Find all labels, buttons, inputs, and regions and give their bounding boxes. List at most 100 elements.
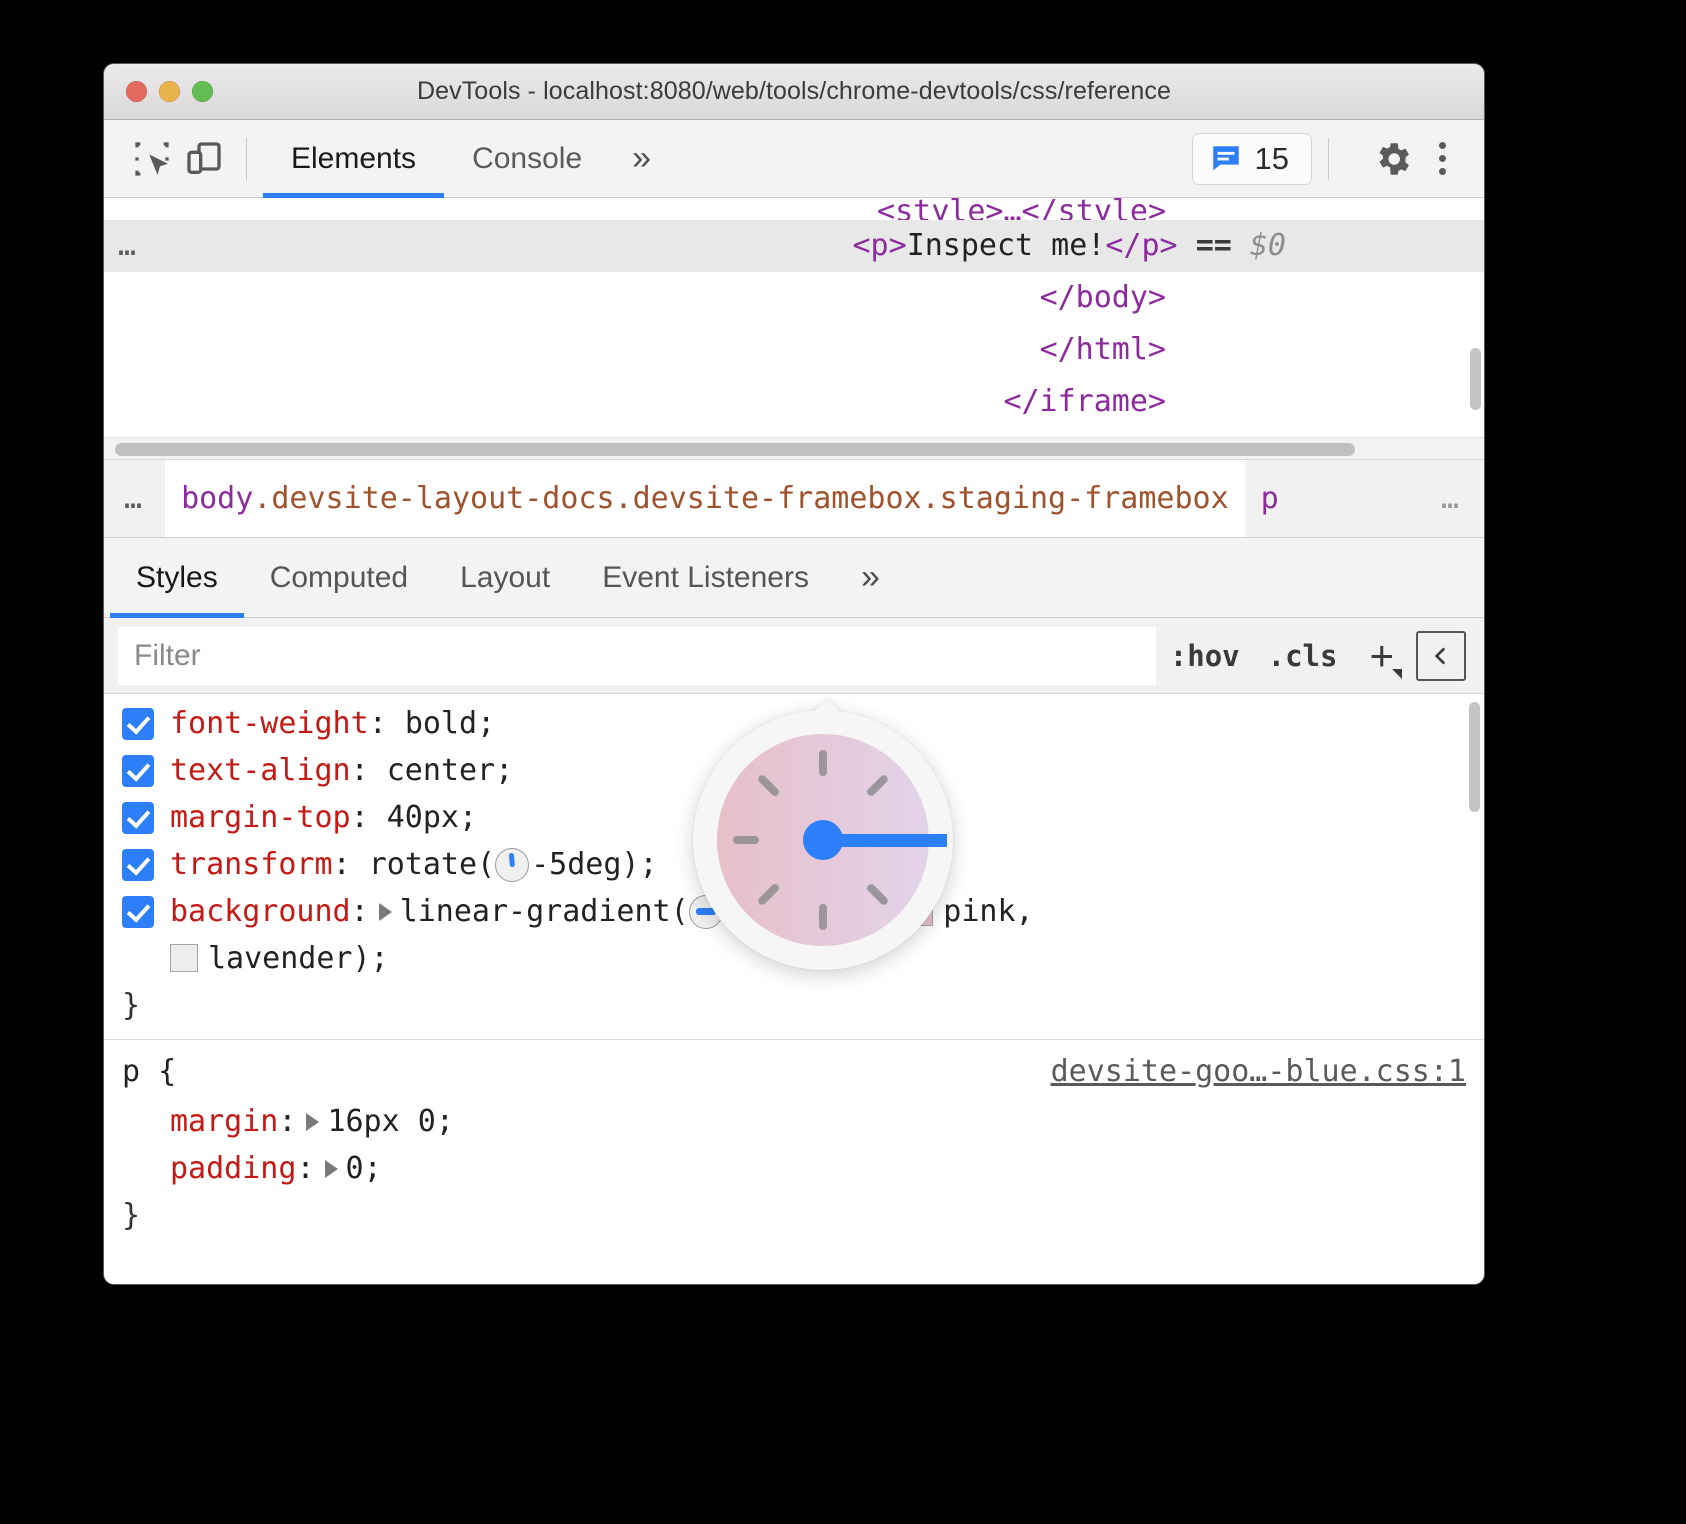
rule-selector-line[interactable]: p { devsite-goo…-blue.css:1 [104,1046,1484,1098]
declaration-property[interactable]: transform [170,841,333,888]
dial-tick [757,774,781,798]
declaration-value[interactable]: bold [405,700,477,747]
angle-picker-dial[interactable] [717,734,929,946]
message-count-button[interactable]: 15 [1192,133,1312,185]
breadcrumb-node-classes: .devsite-layout-docs.devsite-framebox.st… [253,481,1228,516]
dom-partial-line-top: <style>…</style> [104,198,1484,220]
expand-shorthand-icon[interactable] [379,903,392,921]
dom-node-text: Inspect me! [907,228,1106,263]
dial-tick [819,904,827,930]
filter-input[interactable] [118,627,1156,685]
styles-vertical-scrollbar[interactable] [1469,702,1480,812]
declaration-checkbox[interactable] [122,896,154,928]
gear-icon[interactable] [1367,133,1419,185]
chevron-double-right-icon: » [861,558,880,597]
declaration-property[interactable]: margin [170,1098,278,1145]
dial-tick [865,882,889,906]
color-swatch-lavender[interactable] [170,944,198,972]
close-window-button[interactable] [126,81,147,102]
breadcrumb-overflow-left[interactable]: … [104,481,165,516]
device-toolbar-icon[interactable] [178,133,230,185]
dial-tick [757,882,781,906]
plus-icon: + [1369,632,1394,679]
dom-line-html-close[interactable]: </html> [104,324,1484,376]
breadcrumb-item-p[interactable]: p [1245,460,1295,537]
minimize-window-button[interactable] [159,81,180,102]
window-titlebar: DevTools - localhost:8080/web/tools/chro… [104,64,1484,120]
tab-computed[interactable]: Computed [244,538,434,617]
declaration-value[interactable]: 16px 0 [327,1098,435,1145]
declaration-checkbox[interactable] [122,802,154,834]
angle-picker-arrow [810,699,844,715]
expand-shorthand-icon[interactable] [325,1160,338,1178]
gradient-color-lavender[interactable]: lavender); [208,941,389,976]
angle-clock-icon[interactable] [495,848,529,882]
dom-line-body-close[interactable]: </body> [104,272,1484,324]
caret-icon [1392,669,1402,679]
dom-open-tag: <p> [853,228,907,263]
semicolon: ; [477,700,495,747]
declaration-padding[interactable]: padding:0; [104,1145,1484,1192]
declaration-property[interactable]: font-weight [170,700,369,747]
more-sidebar-tabs-button[interactable]: » [835,538,906,617]
styles-pane[interactable]: font-weight: bold; text-align: center; m… [104,694,1484,1284]
dom-tree-panel[interactable]: <style>…</style> … <p>Inspect me!</p> ==… [104,198,1484,460]
message-count-label: 15 [1255,141,1289,177]
dom-vertical-scrollbar[interactable] [1470,348,1481,410]
declaration-checkbox[interactable] [122,755,154,787]
rule-selector[interactable]: p { [122,1054,176,1089]
tab-event-listeners[interactable]: Event Listeners [576,538,835,617]
stylesheet-source-link[interactable]: devsite-goo…-blue.css:1 [1051,1046,1466,1098]
semicolon: ; [436,1098,454,1145]
declaration-value[interactable]: 40px [387,794,459,841]
new-style-rule-button[interactable]: + [1351,635,1406,677]
declaration-property[interactable]: text-align [170,747,351,794]
kebab-menu-icon[interactable] [1425,142,1466,175]
element-classes-button[interactable]: .cls [1254,639,1352,673]
toolbar-divider [246,138,247,180]
tab-elements-label: Elements [291,142,416,176]
declaration-property[interactable]: background [170,888,351,935]
gradient-color-pink[interactable]: pink, [943,888,1033,935]
rotate-angle-value[interactable]: -5deg); [531,841,657,888]
tab-layout[interactable]: Layout [434,538,576,617]
dom-line-iframe-close[interactable]: </iframe> [104,376,1484,428]
tab-styles-label: Styles [136,561,218,595]
maximize-window-button[interactable] [192,81,213,102]
inspect-element-icon[interactable] [126,133,178,185]
devtools-toolbar: Elements Console » 15 [104,120,1484,198]
tab-styles[interactable]: Styles [110,538,244,617]
dom-close-tag: </p> [1105,228,1177,263]
declaration-property[interactable]: margin-top [170,794,351,841]
toolbar-right-group: 15 [1192,133,1484,185]
breadcrumb-overflow-right[interactable]: … [1419,481,1484,516]
semicolon: ; [495,747,513,794]
rule-close-brace: } [104,1192,1484,1239]
declaration-property[interactable]: padding [170,1145,296,1192]
angle-picker-hub[interactable] [803,820,843,860]
hover-state-button[interactable]: :hov [1156,639,1254,673]
declaration-value[interactable]: center [387,747,495,794]
expand-shorthand-icon[interactable] [306,1113,319,1131]
breadcrumb-item-body[interactable]: body.devsite-layout-docs.devsite-framebo… [165,460,1245,537]
semicolon: ; [364,1145,382,1192]
collapse-sidebar-icon[interactable] [1416,631,1466,681]
dom-line-text: </iframe> [1003,384,1166,419]
angle-picker-popover[interactable] [693,710,953,970]
declaration-margin[interactable]: margin:16px 0; [104,1098,1484,1145]
tab-elements[interactable]: Elements [263,120,444,197]
declaration-value[interactable]: 0 [346,1145,364,1192]
devtools-window: DevTools - localhost:8080/web/tools/chro… [104,64,1484,1284]
colon: : [351,888,369,935]
dom-line-text: </body> [1040,280,1166,315]
gradient-function-open: linear-gradient( [400,888,689,935]
declaration-checkbox[interactable] [122,708,154,740]
dom-selected-node[interactable]: … <p>Inspect me!</p> == $0 [104,220,1484,272]
colon: : [296,1145,314,1192]
tab-console[interactable]: Console [444,120,610,197]
breadcrumb: … body.devsite-layout-docs.devsite-frame… [104,460,1484,538]
more-panels-button[interactable]: » [610,120,673,197]
declaration-checkbox[interactable] [122,849,154,881]
dom-horizontal-scrollbar-thumb[interactable] [115,443,1355,456]
dom-horizontal-scrollbar[interactable] [104,437,1484,459]
